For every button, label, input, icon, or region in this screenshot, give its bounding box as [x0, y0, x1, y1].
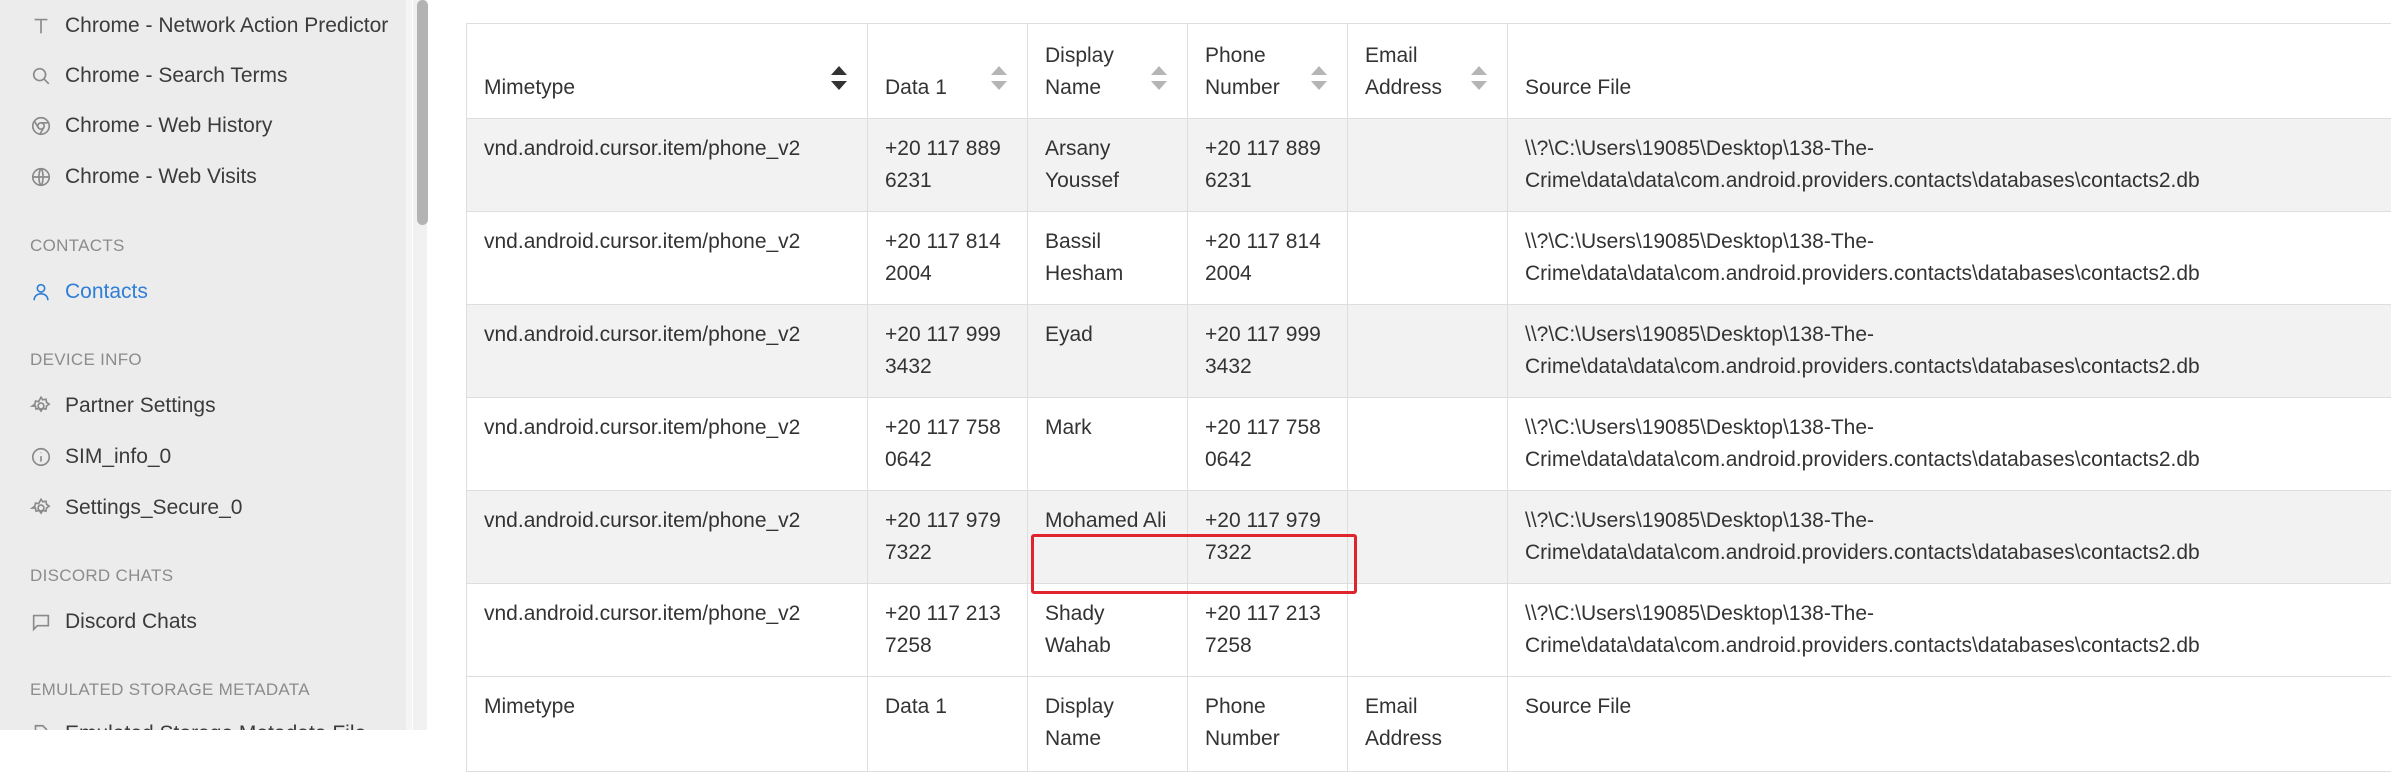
footer-email-address: Email Address	[1348, 677, 1508, 772]
sidebar-item-label: Settings_Secure_0	[65, 496, 242, 520]
cell-phone-number: +20 117 889 6231	[1188, 119, 1348, 212]
chat-icon	[30, 611, 52, 633]
cell-email-address	[1348, 119, 1508, 212]
cell-data-1: +20 117 814 2004	[868, 212, 1028, 305]
cell-email-address	[1348, 398, 1508, 491]
contacts-table-container: Mimetype Data 1 Display Name Phone Numbe…	[466, 23, 2391, 772]
sidebar-item-label: Chrome - Web Visits	[65, 165, 257, 189]
cell-display-name: Shady Wahab	[1028, 584, 1188, 677]
cell-mimetype: vnd.android.cursor.item/phone_v2	[467, 212, 868, 305]
highlight-annotation-box	[1031, 534, 1357, 594]
section-title-device-info: DEVICE INFO	[30, 350, 142, 370]
cell-display-name: Eyad	[1028, 305, 1188, 398]
cell-data-1: +20 117 213 7258	[868, 584, 1028, 677]
cell-mimetype: vnd.android.cursor.item/phone_v2	[467, 491, 868, 584]
cell-mimetype: vnd.android.cursor.item/phone_v2	[467, 305, 868, 398]
table-row[interactable]: vnd.android.cursor.item/phone_v2 +20 117…	[467, 212, 2391, 305]
footer-phone-number: Phone Number	[1188, 677, 1348, 772]
sidebar-item-label: Chrome - Web History	[65, 114, 272, 138]
cell-email-address	[1348, 491, 1508, 584]
cell-phone-number: +20 117 999 3432	[1188, 305, 1348, 398]
footer-data-1: Data 1	[868, 677, 1028, 772]
globe-icon	[30, 166, 52, 188]
footer-display-name: Display Name	[1028, 677, 1188, 772]
cell-email-address	[1348, 584, 1508, 677]
table-row[interactable]: vnd.android.cursor.item/phone_v2 +20 117…	[467, 584, 2391, 677]
sidebar-item-label: Chrome - Search Terms	[65, 64, 288, 88]
cell-source-file: \\?\C:\Users\19085\Desktop\138-The-Crime…	[1508, 212, 2391, 305]
chrome-icon	[30, 115, 52, 137]
sidebar-item-sim-info-0[interactable]: SIM_info_0	[30, 437, 171, 477]
table-row[interactable]: vnd.android.cursor.item/phone_v2 +20 117…	[467, 398, 2391, 491]
table-row[interactable]: vnd.android.cursor.item/phone_v2 +20 117…	[467, 491, 2391, 584]
table-row[interactable]: vnd.android.cursor.item/phone_v2 +20 117…	[467, 119, 2391, 212]
search-icon	[30, 65, 52, 87]
cell-phone-number: +20 117 814 2004	[1188, 212, 1348, 305]
contacts-table: Mimetype Data 1 Display Name Phone Numbe…	[466, 23, 2391, 772]
cell-mimetype: vnd.android.cursor.item/phone_v2	[467, 584, 868, 677]
sidebar: Chrome - Network Action Predictor Chrome…	[0, 0, 412, 730]
sidebar-item-chrome-web-history[interactable]: Chrome - Web History	[30, 106, 272, 146]
cell-source-file: \\?\C:\Users\19085\Desktop\138-The-Crime…	[1508, 491, 2391, 584]
sidebar-item-contacts[interactable]: Contacts	[30, 272, 148, 312]
sidebar-scrollbar-thumb[interactable]	[417, 0, 428, 225]
sidebar-item-emulated-storage-metadata-file[interactable]: Emulated Storage Metadata File	[30, 714, 366, 730]
person-icon	[30, 281, 52, 303]
section-title-discord-chats: DISCORD CHATS	[30, 566, 173, 586]
sidebar-item-chrome-network-action-predictor[interactable]: Chrome - Network Action Predictor	[30, 6, 388, 46]
cell-source-file: \\?\C:\Users\19085\Desktop\138-The-Crime…	[1508, 305, 2391, 398]
cell-data-1: +20 117 979 7322	[868, 491, 1028, 584]
column-header-mimetype[interactable]: Mimetype	[467, 24, 868, 119]
section-title-contacts: CONTACTS	[30, 236, 125, 256]
section-title-emulated-storage-metadata: EMULATED STORAGE METADATA	[30, 680, 310, 700]
cell-display-name: Mark	[1028, 398, 1188, 491]
sidebar-item-chrome-search-terms[interactable]: Chrome - Search Terms	[30, 56, 288, 96]
cell-source-file: \\?\C:\Users\19085\Desktop\138-The-Crime…	[1508, 119, 2391, 212]
column-header-data-1[interactable]: Data 1	[868, 24, 1028, 119]
sort-icon[interactable]	[1151, 66, 1165, 90]
column-header-email-address[interactable]: Email Address	[1348, 24, 1508, 119]
footer-source-file: Source File	[1508, 677, 2391, 772]
sidebar-item-label: Discord Chats	[65, 610, 197, 634]
gear-icon	[30, 395, 52, 417]
column-header-phone-number[interactable]: Phone Number	[1188, 24, 1348, 119]
table-row[interactable]: vnd.android.cursor.item/phone_v2 +20 117…	[467, 305, 2391, 398]
cell-data-1: +20 117 999 3432	[868, 305, 1028, 398]
cell-mimetype: vnd.android.cursor.item/phone_v2	[467, 119, 868, 212]
cell-source-file: \\?\C:\Users\19085\Desktop\138-The-Crime…	[1508, 584, 2391, 677]
cell-email-address	[1348, 305, 1508, 398]
footer-mimetype: Mimetype	[467, 677, 868, 772]
cell-email-address	[1348, 212, 1508, 305]
sidebar-item-settings-secure-0[interactable]: Settings_Secure_0	[30, 488, 242, 528]
sidebar-item-partner-settings[interactable]: Partner Settings	[30, 386, 216, 426]
sidebar-item-discord-chats[interactable]: Discord Chats	[30, 602, 197, 642]
info-icon	[30, 446, 52, 468]
cell-mimetype: vnd.android.cursor.item/phone_v2	[467, 398, 868, 491]
cell-phone-number: +20 117 758 0642	[1188, 398, 1348, 491]
sidebar-item-label: SIM_info_0	[65, 445, 171, 469]
cell-source-file: \\?\C:\Users\19085\Desktop\138-The-Crime…	[1508, 398, 2391, 491]
column-header-display-name[interactable]: Display Name	[1028, 24, 1188, 119]
sidebar-item-chrome-web-visits[interactable]: Chrome - Web Visits	[30, 157, 257, 197]
sort-icon[interactable]	[1471, 66, 1485, 90]
sidebar-item-label: Chrome - Network Action Predictor	[65, 14, 388, 38]
sidebar-item-label: Contacts	[65, 280, 148, 304]
sort-icon[interactable]	[991, 66, 1005, 90]
cell-display-name: Arsany Youssef	[1028, 119, 1188, 212]
file-icon	[30, 723, 52, 730]
sort-icon[interactable]	[831, 66, 845, 90]
column-header-source-file[interactable]: Source File	[1508, 24, 2391, 119]
cell-data-1: +20 117 889 6231	[868, 119, 1028, 212]
table-header-row: Mimetype Data 1 Display Name Phone Numbe…	[467, 24, 2391, 119]
sidebar-item-label: Emulated Storage Metadata File	[65, 722, 366, 730]
gear-icon	[30, 497, 52, 519]
table-footer-row: Mimetype Data 1 Display Name Phone Numbe…	[467, 677, 2391, 772]
cell-data-1: +20 117 758 0642	[868, 398, 1028, 491]
cell-phone-number: +20 117 213 7258	[1188, 584, 1348, 677]
sidebar-item-label: Partner Settings	[65, 394, 216, 418]
cell-display-name: Bassil Hesham	[1028, 212, 1188, 305]
sort-icon[interactable]	[1311, 66, 1325, 90]
text-icon	[30, 15, 52, 37]
